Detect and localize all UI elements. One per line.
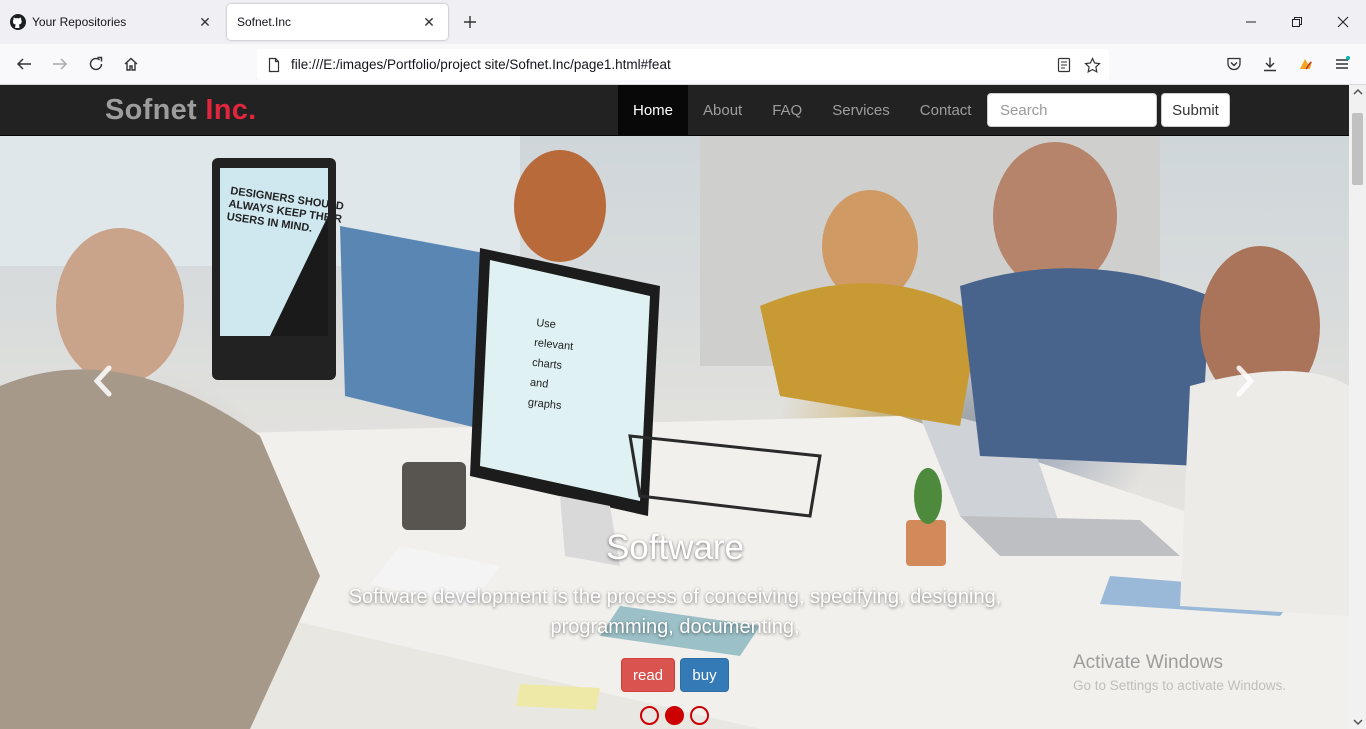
reader-view-icon[interactable] bbox=[1055, 56, 1073, 74]
caption-buttons: read buy bbox=[621, 658, 729, 692]
tab-sofnet-inc[interactable]: Sofnet.Inc ✕ bbox=[227, 4, 448, 40]
nav-services[interactable]: Services bbox=[817, 85, 905, 135]
back-button[interactable] bbox=[12, 52, 36, 76]
reload-button[interactable] bbox=[84, 52, 108, 76]
hero-title: Software bbox=[605, 528, 745, 567]
close-tab-icon[interactable]: ✕ bbox=[420, 13, 438, 31]
close-tab-icon[interactable]: ✕ bbox=[196, 13, 214, 31]
brand-logo[interactable]: Sofnet Inc. bbox=[105, 94, 257, 127]
nav-links: Home About FAQ Services Contact bbox=[618, 85, 986, 135]
browser-toolbar: file:///E:/images/Portfolio/project site… bbox=[0, 44, 1366, 85]
new-tab-button[interactable] bbox=[458, 10, 482, 34]
nav-home[interactable]: Home bbox=[618, 85, 689, 135]
buy-button[interactable]: buy bbox=[680, 658, 729, 692]
carousel-caption: Software Software development is the pro… bbox=[300, 526, 1050, 642]
carousel-prev-button[interactable] bbox=[88, 361, 118, 401]
watermark-title: Activate Windows bbox=[1073, 652, 1223, 673]
scrollbar-thumb[interactable] bbox=[1352, 113, 1363, 185]
nav-about[interactable]: About bbox=[688, 85, 757, 135]
minimize-button[interactable] bbox=[1237, 8, 1265, 36]
brand-accent: Inc. bbox=[205, 94, 257, 126]
close-icon bbox=[1337, 16, 1349, 28]
home-button[interactable] bbox=[119, 52, 143, 76]
page-viewport: Sofnet Inc. Home About FAQ Services Cont… bbox=[0, 85, 1366, 729]
submit-button[interactable]: Submit bbox=[1161, 93, 1230, 127]
bookmark-star-icon[interactable] bbox=[1083, 56, 1101, 74]
tab-your-repositories[interactable]: Your Repositories ✕ bbox=[0, 4, 224, 40]
menu-button[interactable] bbox=[1330, 52, 1354, 76]
github-icon bbox=[10, 14, 26, 30]
downloads-button[interactable] bbox=[1258, 52, 1282, 76]
restore-button[interactable] bbox=[1283, 8, 1311, 36]
search-input[interactable] bbox=[987, 93, 1157, 127]
nav-contact[interactable]: Contact bbox=[905, 85, 987, 135]
carousel-indicators bbox=[640, 706, 709, 725]
browser-tab-strip: Your Repositories ✕ Sofnet.Inc ✕ bbox=[0, 0, 1366, 44]
address-bar[interactable]: file:///E:/images/Portfolio/project site… bbox=[257, 49, 1109, 80]
tab-title: Sofnet.Inc bbox=[237, 15, 292, 29]
extension-icon bbox=[1300, 59, 1312, 70]
read-button[interactable]: read bbox=[621, 658, 675, 692]
hero-text: Software development is the process of c… bbox=[348, 586, 1002, 638]
carousel-indicator[interactable] bbox=[640, 706, 659, 725]
tab-title: Your Repositories bbox=[32, 15, 127, 29]
chevron-right-icon bbox=[1236, 365, 1255, 397]
watermark-subtitle: Go to Settings to activate Windows. bbox=[1073, 678, 1287, 693]
page-scrollbar[interactable] bbox=[1349, 85, 1366, 729]
scroll-up-icon[interactable] bbox=[1353, 87, 1363, 97]
carousel-next-button[interactable] bbox=[1230, 361, 1260, 401]
hamburger-menu-icon bbox=[1336, 56, 1350, 69]
close-window-button[interactable] bbox=[1329, 8, 1357, 36]
forward-button[interactable] bbox=[48, 52, 72, 76]
hero-carousel: DESIGNERS SHOULD ALWAYS KEEP THEIR USERS… bbox=[0, 136, 1349, 729]
pocket-button[interactable] bbox=[1222, 52, 1246, 76]
page-icon bbox=[266, 57, 282, 73]
url-text[interactable]: file:///E:/images/Portfolio/project site… bbox=[291, 57, 671, 72]
activate-windows-watermark: Activate Windows Go to Settings to activ… bbox=[1073, 652, 1286, 693]
pocket-icon bbox=[1227, 57, 1241, 71]
download-icon bbox=[1264, 57, 1276, 72]
extension-button[interactable] bbox=[1294, 52, 1318, 76]
plus-icon bbox=[464, 16, 476, 28]
arrow-left-icon bbox=[16, 58, 31, 70]
brand-name: Sofnet bbox=[105, 94, 198, 126]
arrow-right-icon bbox=[53, 58, 68, 70]
chevron-left-icon bbox=[93, 365, 112, 397]
reload-icon bbox=[89, 56, 103, 71]
scroll-down-icon[interactable] bbox=[1353, 717, 1363, 727]
carousel-indicator[interactable] bbox=[690, 706, 709, 725]
restore-icon bbox=[1292, 17, 1302, 27]
carousel-indicator-active[interactable] bbox=[665, 706, 684, 725]
minimize-icon bbox=[1246, 21, 1256, 23]
nav-faq[interactable]: FAQ bbox=[757, 85, 817, 135]
home-icon bbox=[124, 57, 138, 71]
site-navbar: Sofnet Inc. Home About FAQ Services Cont… bbox=[0, 85, 1349, 136]
